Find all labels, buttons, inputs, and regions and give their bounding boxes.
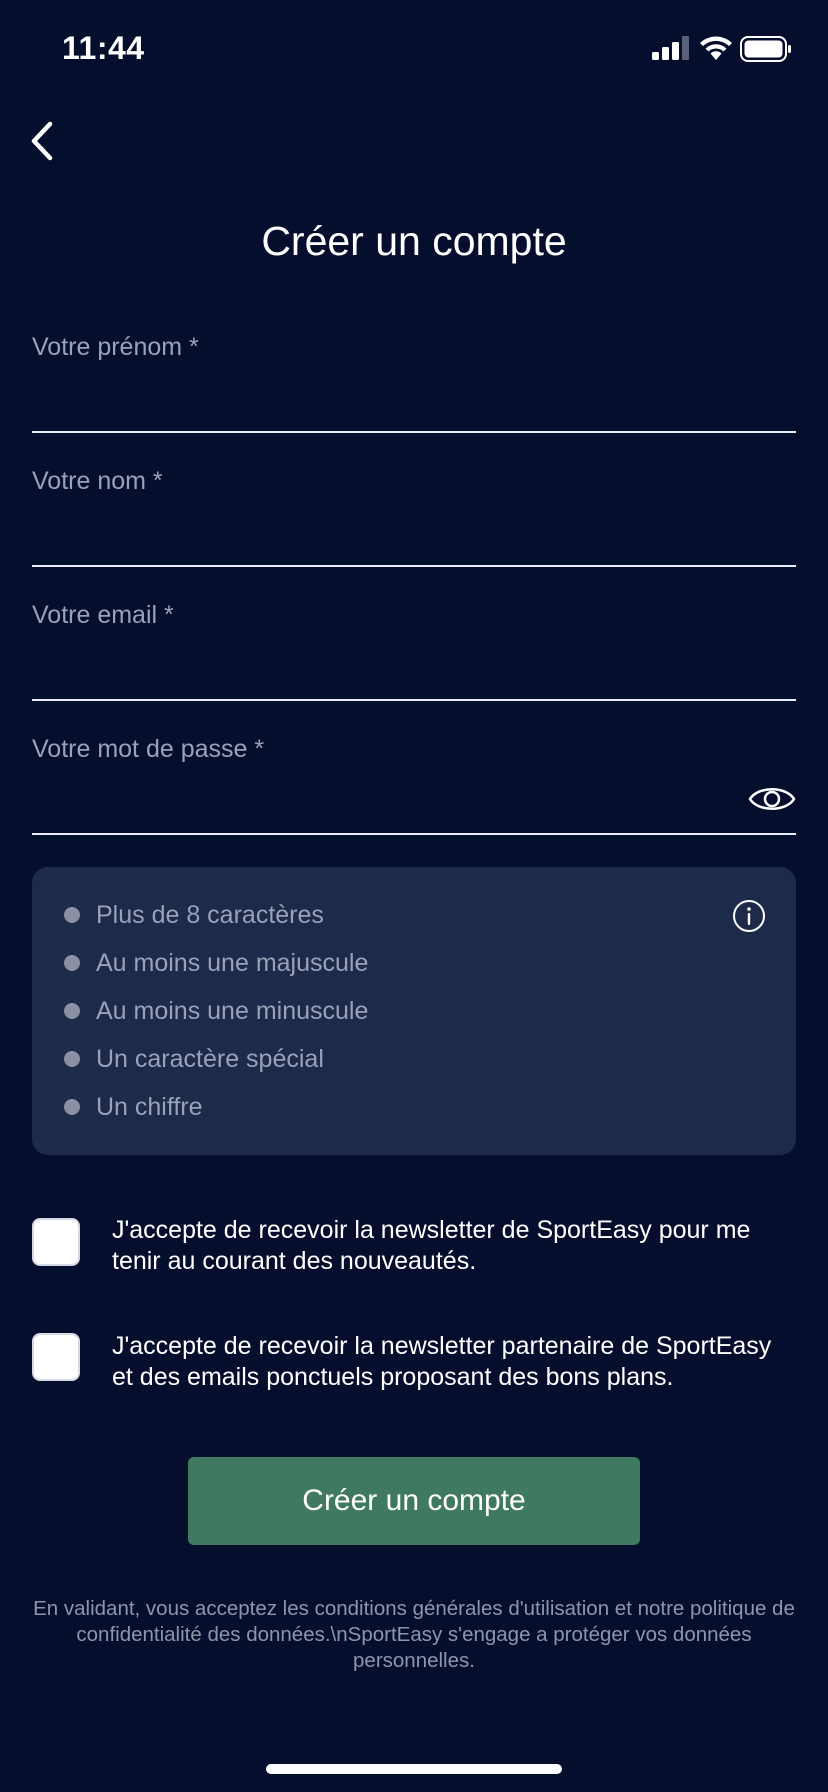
first-name-input[interactable] bbox=[32, 381, 796, 425]
password-rule-uppercase: Au moins une majuscule bbox=[64, 943, 368, 983]
rule-bullet-icon bbox=[64, 907, 80, 923]
create-account-button[interactable]: Créer un compte bbox=[188, 1457, 640, 1545]
cellular-signal-icon bbox=[652, 36, 689, 60]
info-icon[interactable] bbox=[732, 899, 766, 933]
email-input[interactable] bbox=[32, 649, 796, 693]
password-rules-panel: Plus de 8 caractères Au moins une majusc… bbox=[32, 867, 796, 1155]
email-label: Votre email * bbox=[32, 601, 174, 629]
wifi-icon bbox=[700, 36, 732, 60]
last-name-field[interactable]: Votre nom * bbox=[32, 467, 796, 567]
first-name-field[interactable]: Votre prénom * bbox=[32, 333, 796, 433]
rule-bullet-icon bbox=[64, 1051, 80, 1067]
password-rule-special: Un caractère spécial bbox=[64, 1039, 324, 1079]
partner-consent-text: J'accepte de recevoir la newsletter part… bbox=[112, 1332, 772, 1391]
chevron-left-icon bbox=[31, 121, 53, 161]
rule-text: Au moins une minuscule bbox=[96, 996, 369, 1025]
legal-notice: En validant, vous acceptez les condition… bbox=[33, 1597, 795, 1672]
rule-text: Plus de 8 caractères bbox=[96, 900, 324, 929]
rule-text: Au moins une majuscule bbox=[96, 948, 369, 977]
rule-bullet-icon bbox=[64, 1099, 80, 1115]
back-button[interactable] bbox=[20, 116, 64, 166]
eye-icon[interactable] bbox=[748, 783, 796, 815]
rule-bullet-icon bbox=[64, 1003, 80, 1019]
rule-text: Un chiffre bbox=[96, 1092, 203, 1121]
email-field[interactable]: Votre email * bbox=[32, 601, 796, 701]
newsletter-consent-row: J'accepte de recevoir la newsletter de S… bbox=[32, 1212, 796, 1276]
home-indicator[interactable] bbox=[266, 1764, 562, 1774]
password-rule-length: Plus de 8 caractères bbox=[64, 895, 324, 935]
status-bar: 11:44 bbox=[0, 0, 828, 100]
page-title: Créer un compte bbox=[261, 218, 567, 264]
password-input[interactable] bbox=[32, 783, 712, 827]
newsletter-checkbox[interactable] bbox=[32, 1218, 80, 1266]
first-name-label: Votre prénom * bbox=[32, 333, 199, 361]
password-rule-lowercase: Au moins une minuscule bbox=[64, 991, 368, 1031]
last-name-label: Votre nom * bbox=[32, 467, 163, 495]
password-label: Votre mot de passe * bbox=[32, 735, 265, 763]
password-rule-digit: Un chiffre bbox=[64, 1087, 203, 1127]
newsletter-consent-text: J'accepte de recevoir la newsletter de S… bbox=[112, 1216, 751, 1275]
last-name-input[interactable] bbox=[32, 515, 796, 559]
partner-newsletter-checkbox[interactable] bbox=[32, 1333, 80, 1381]
password-field[interactable]: Votre mot de passe * bbox=[32, 735, 796, 835]
rule-bullet-icon bbox=[64, 955, 80, 971]
rule-text: Un caractère spécial bbox=[96, 1044, 324, 1073]
partner-consent-row: J'accepte de recevoir la newsletter part… bbox=[32, 1328, 796, 1392]
status-time: 11:44 bbox=[62, 30, 145, 66]
battery-icon bbox=[740, 36, 791, 62]
